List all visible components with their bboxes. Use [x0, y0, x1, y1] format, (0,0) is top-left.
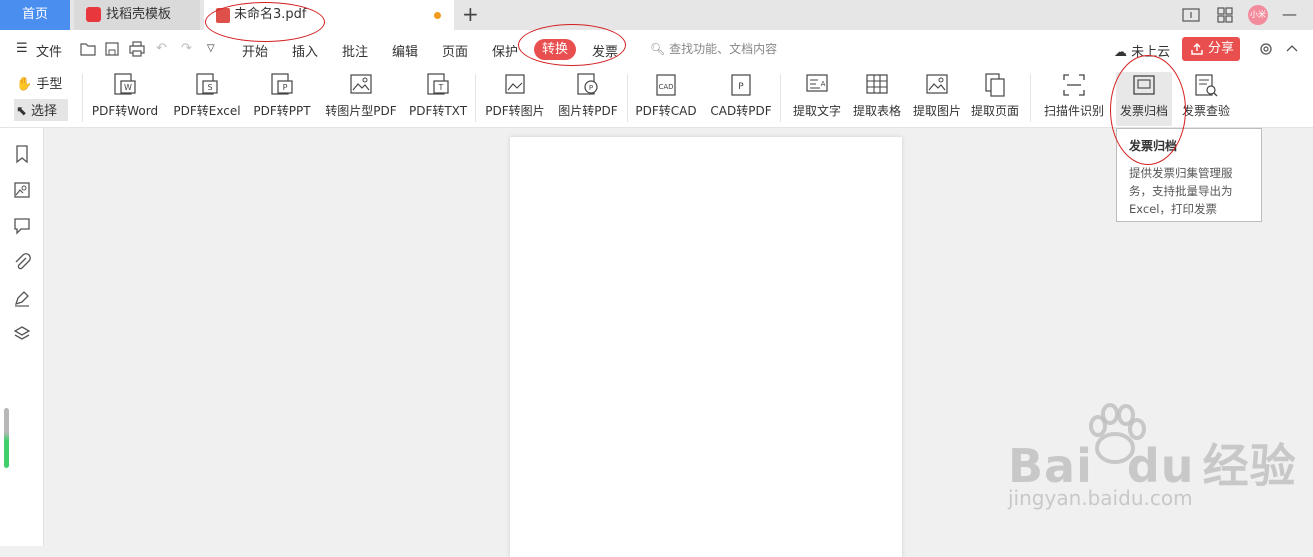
page-count-icon[interactable] [1182, 7, 1200, 23]
select-label: 选择 [31, 104, 58, 119]
open-folder-icon[interactable] [80, 41, 96, 57]
menu-file[interactable]: 文件 [36, 41, 62, 60]
hand-tool[interactable]: ✋ 手型 [16, 73, 62, 92]
tab-home[interactable]: 首页 [0, 0, 70, 30]
save-icon[interactable] [104, 41, 120, 57]
select-tool[interactable]: ⬉ 选择 [16, 100, 57, 119]
left-sidebar [0, 128, 44, 546]
pdf-to-ppt-icon: P [271, 73, 293, 95]
cloud-icon: ☁ [1114, 45, 1127, 60]
svg-text:P: P [589, 84, 593, 92]
menu-protect[interactable]: 保护 [492, 41, 518, 60]
pdf-to-txt-button[interactable]: T PDF转TXT [406, 72, 470, 124]
pdf-to-excel-icon: S [196, 73, 218, 95]
add-tab-button[interactable]: + [462, 3, 479, 25]
pdf-page[interactable] [510, 137, 902, 557]
watermark: Bai du 经验 jingyan.baidu.com [1008, 439, 1297, 510]
extract-image-button[interactable]: 提取图片 [908, 72, 966, 124]
invoice-verify-button[interactable]: 发票查验 [1178, 72, 1234, 124]
image-to-pdf-button[interactable]: P 图片转PDF [554, 72, 622, 124]
undo-icon[interactable]: ↶ [156, 41, 167, 56]
cad-to-pdf-icon: P [731, 74, 751, 96]
layers-icon[interactable] [12, 324, 32, 344]
svg-text:A: A [821, 80, 826, 88]
pdf-to-word-button[interactable]: W PDF转Word [88, 72, 162, 124]
separator [475, 74, 476, 122]
scan-icon [1063, 74, 1085, 96]
unsaved-dot-icon [434, 12, 441, 19]
print-icon[interactable] [129, 41, 145, 57]
svg-text:CAD: CAD [658, 83, 673, 91]
comment-icon[interactable] [12, 216, 32, 236]
share-label: 分享 [1208, 41, 1235, 56]
extract-table-button[interactable]: 提取表格 [848, 72, 906, 124]
tab-template-label: 找稻壳模板 [106, 7, 172, 22]
hand-label: 手型 [36, 77, 63, 92]
separator [1030, 74, 1031, 122]
pdf-to-cad-button[interactable]: CAD PDF转CAD [634, 72, 698, 124]
chevron-down-icon[interactable]: ▽ [207, 43, 215, 54]
redo-icon[interactable]: ↷ [181, 41, 192, 56]
minimize-icon[interactable]: — [1282, 5, 1297, 23]
cad-to-pdf-button[interactable]: P CAD转PDF [708, 72, 774, 124]
svg-text:P: P [738, 82, 744, 92]
hamburger-icon[interactable]: ☰ [16, 41, 28, 56]
menu-annotate[interactable]: 批注 [342, 41, 368, 60]
search-icon: 🔍︎ [650, 42, 666, 56]
cursor-icon: ⬉ [16, 104, 27, 119]
menu-insert[interactable]: 插入 [292, 41, 318, 60]
bookmark-icon[interactable] [12, 144, 32, 164]
extract-text-button[interactable]: A 提取文字 [788, 72, 846, 124]
hand-icon: ✋ [16, 77, 33, 92]
signature-icon[interactable] [12, 288, 32, 308]
image-to-pdf-icon: P [577, 73, 598, 95]
docer-logo-icon [86, 7, 101, 22]
share-button[interactable]: 分享 [1182, 37, 1240, 61]
to-image-pdf-button[interactable]: 转图片型PDF [322, 72, 400, 124]
pdf-to-image-button[interactable]: PDF转图片 [482, 72, 548, 124]
svg-text:W: W [124, 83, 132, 92]
scroll-indicator[interactable] [4, 408, 9, 468]
separator [780, 74, 781, 122]
tooltip-description: 提供发票归集管理服 务，支持批量导出为 Excel，打印发票 [1129, 166, 1233, 216]
extract-page-button[interactable]: 提取页面 [966, 72, 1024, 124]
scan-ocr-button[interactable]: 扫描件识别 [1040, 72, 1108, 124]
attachment-icon[interactable] [12, 252, 32, 272]
thumbnail-icon[interactable] [12, 180, 32, 200]
svg-text:T: T [438, 83, 444, 92]
svg-text:S: S [207, 83, 212, 92]
menu-edit[interactable]: 编辑 [392, 41, 418, 60]
grid-apps-icon[interactable] [1216, 7, 1234, 23]
user-avatar[interactable]: 小米 [1248, 5, 1268, 25]
annotation-circle-doc-tab [205, 2, 325, 42]
pdf-to-image-icon [505, 74, 525, 94]
search-placeholder: 查找功能、文档内容 [669, 42, 778, 56]
share-icon [1191, 43, 1203, 55]
pdf-to-cad-icon: CAD [656, 74, 676, 96]
extract-table-icon [866, 74, 888, 94]
pdf-to-txt-icon: T [427, 73, 449, 95]
svg-text:P: P [283, 83, 288, 92]
pdf-to-excel-button[interactable]: S PDF转Excel [170, 72, 244, 124]
tab-bar: 首页 找稻壳模板 未命名3.pdf + 小米 — [0, 0, 1313, 30]
tab-template[interactable]: 找稻壳模板 [74, 0, 200, 30]
collapse-ribbon-icon[interactable] [1284, 41, 1300, 57]
separator [82, 74, 83, 122]
pdf-to-word-icon: W [114, 73, 136, 95]
extract-text-icon: A [806, 74, 828, 92]
extract-image-icon [926, 74, 948, 94]
menu-page[interactable]: 页面 [442, 41, 468, 60]
image-pdf-icon [350, 74, 372, 94]
separator [627, 74, 628, 122]
search-box[interactable]: 🔍︎ 查找功能、文档内容 [650, 40, 777, 57]
annotation-circle-invoice [1110, 55, 1186, 165]
invoice-verify-icon [1195, 74, 1218, 97]
settings-gear-icon[interactable] [1258, 41, 1274, 57]
pdf-to-ppt-button[interactable]: P PDF转PPT [250, 72, 314, 124]
menu-start[interactable]: 开始 [242, 41, 268, 60]
extract-page-icon [985, 73, 1005, 97]
annotation-circle-convert [518, 24, 626, 66]
menu-bar: ☰ 文件 ↶ ↷ ▽ 开始 插入 批注 编辑 页面 保护 转换 发票 🔍︎ 查找… [0, 30, 1313, 68]
